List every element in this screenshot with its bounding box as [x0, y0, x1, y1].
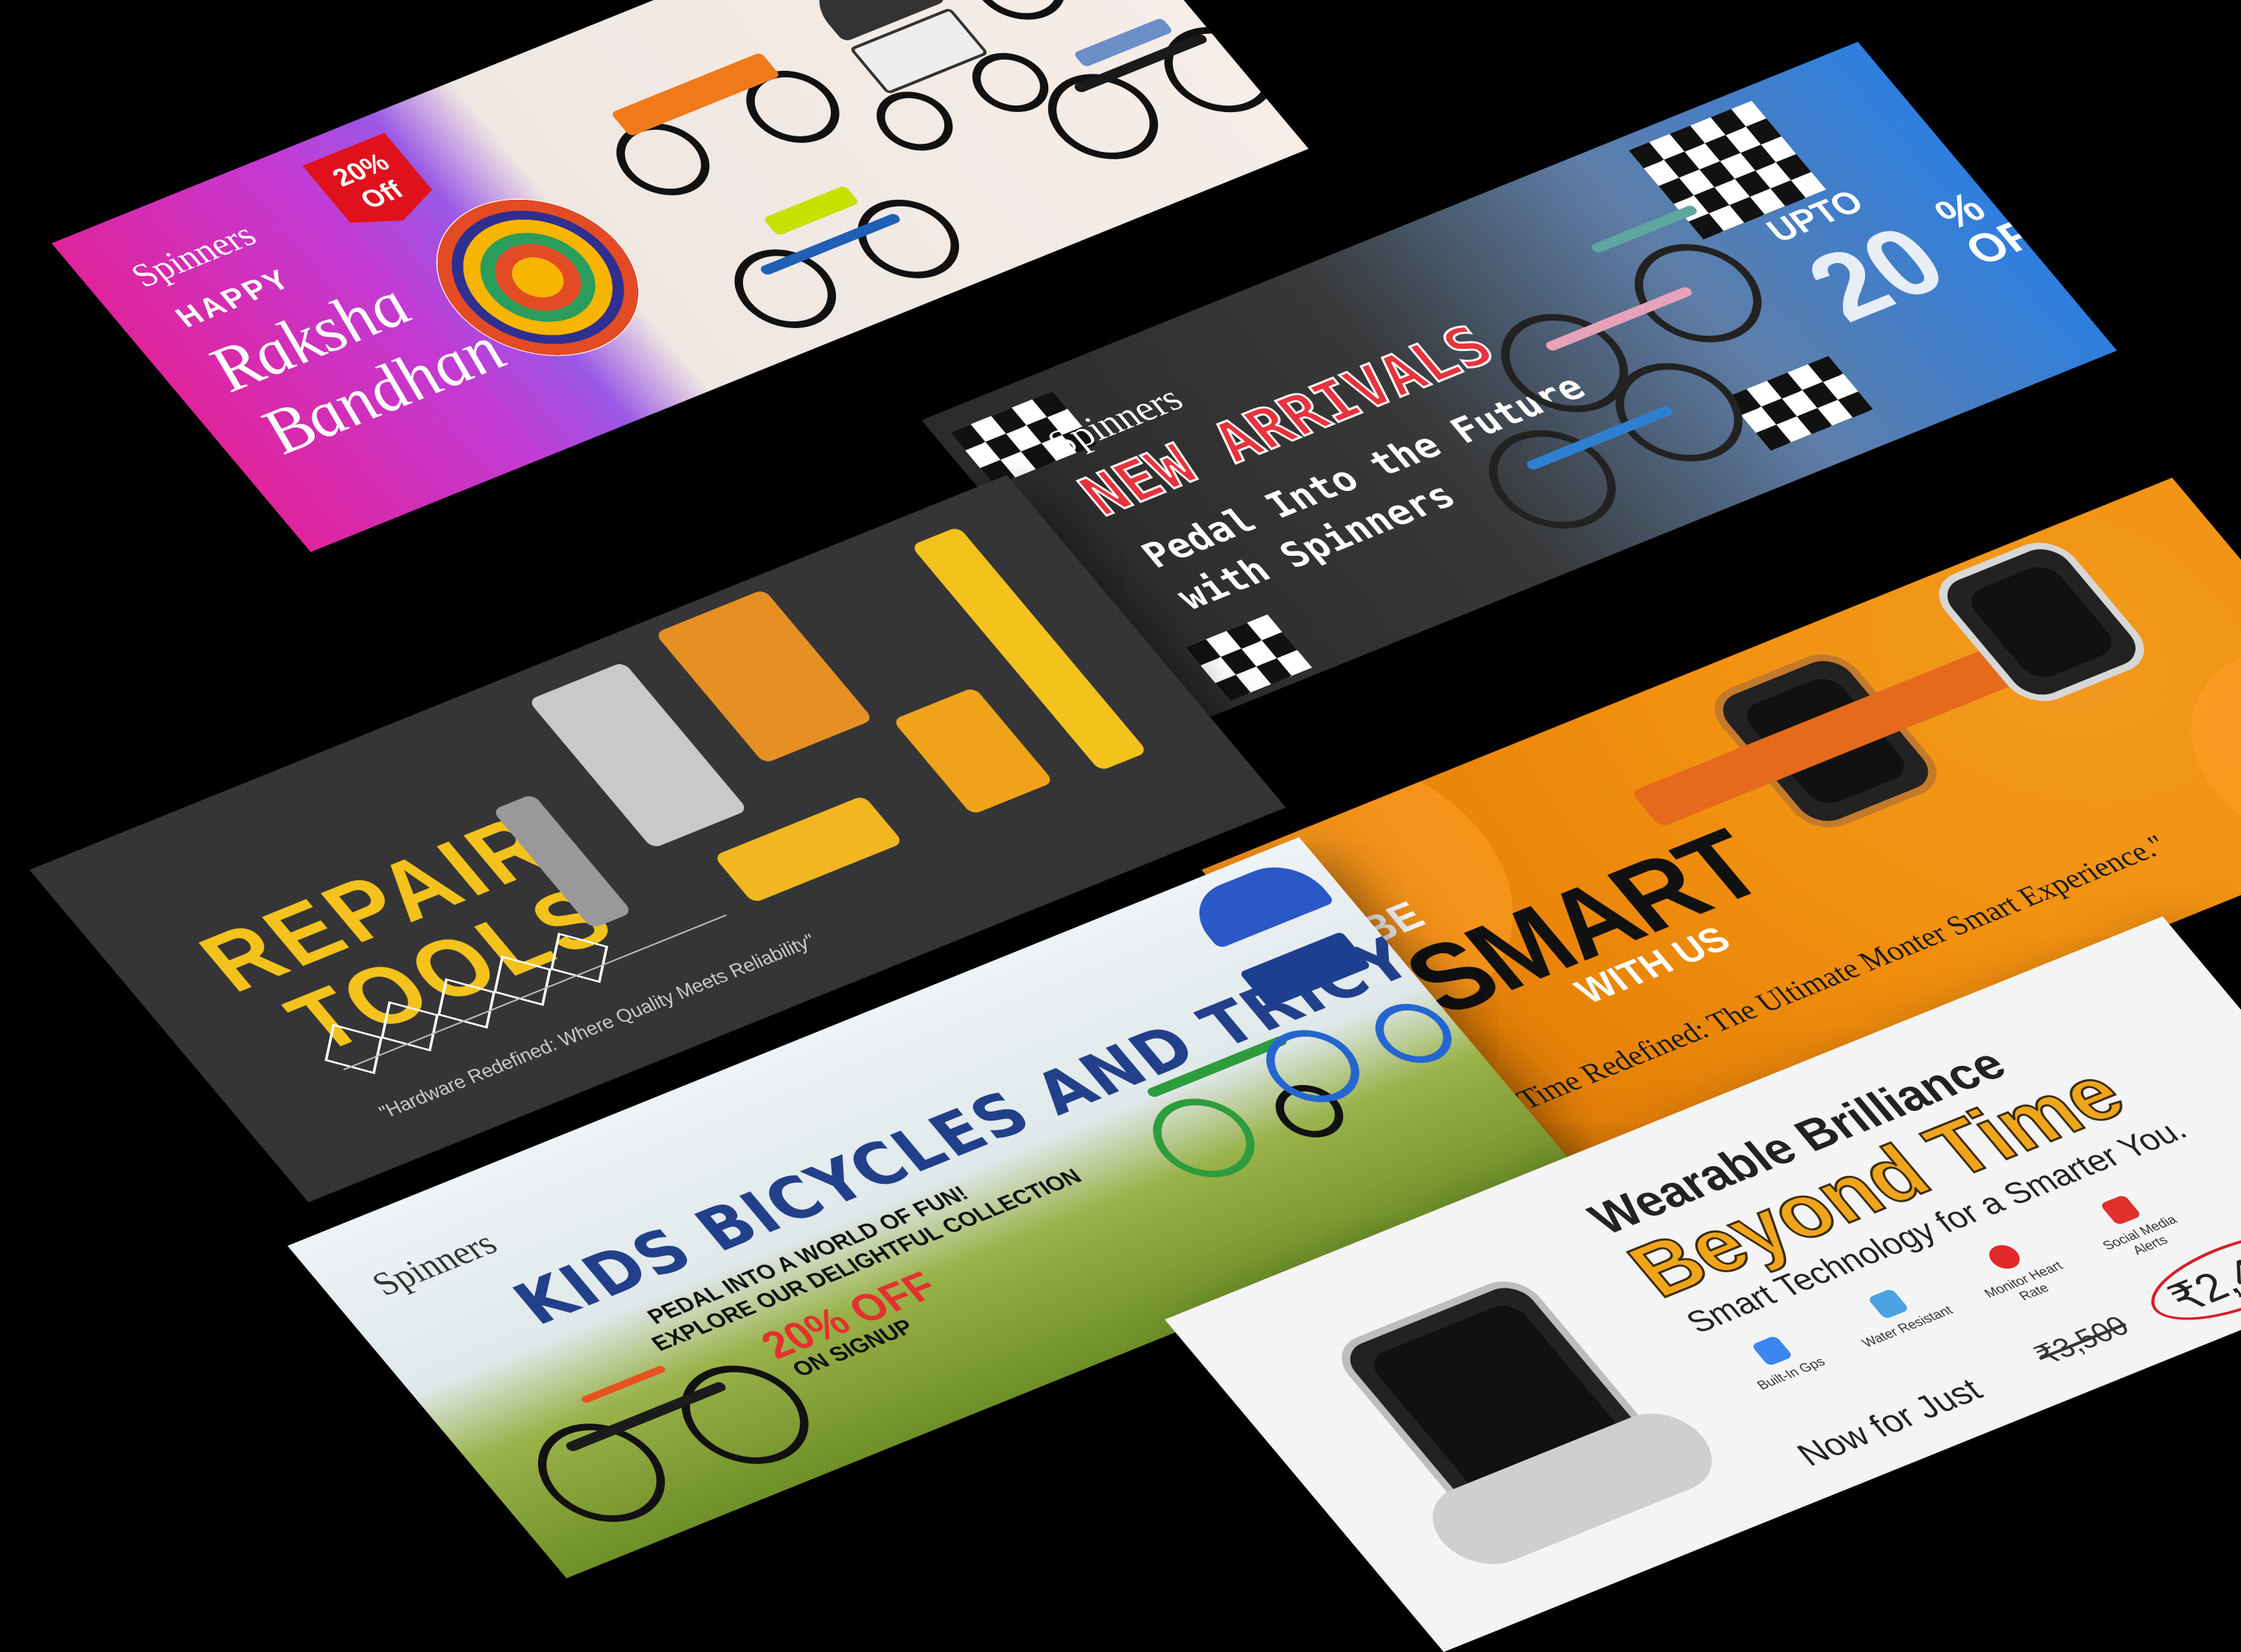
- shield-icon: [1867, 1288, 1910, 1320]
- checker-flag-graphic: [1185, 614, 1313, 701]
- battery-icon: [380, 1000, 439, 1052]
- notification-icon: [2099, 1194, 2142, 1226]
- feature-label: Water Resistant: [1858, 1303, 1956, 1350]
- old-price: ₹3,500: [2028, 1310, 2136, 1372]
- heart-rate-icon: [1983, 1241, 2026, 1273]
- banner-collage: Spinners HAPPY Raksha Bandhan 20% Off Sp…: [0, 0, 2241, 1652]
- brick-icon: [437, 978, 495, 1029]
- screwdriver-icon: [550, 933, 608, 983]
- feature-label: Monitor Heart Rate: [1981, 1258, 2066, 1303]
- discount-suffix: % OFF: [1925, 167, 2070, 273]
- map-pin-icon: [1751, 1335, 1794, 1367]
- pliers-image: [892, 686, 1054, 815]
- feature-gps: Built-In Gps: [1712, 1320, 1847, 1401]
- feature-social: Social Media Alerts: [2060, 1179, 2207, 1272]
- mountain-bicycle-image: [991, 0, 1297, 173]
- feature-label: Built-In Gps: [1754, 1354, 1828, 1393]
- now-for-just-label: Now for Just: [1788, 1371, 1990, 1473]
- discount-tag: 20% Off: [302, 133, 444, 237]
- feature-water: Water Resistant: [1828, 1272, 1964, 1353]
- cone-icon: [493, 955, 552, 1006]
- feature-heart: Monitor Heart Rate: [1945, 1225, 2091, 1319]
- brand-logo: Spinners: [363, 1224, 506, 1303]
